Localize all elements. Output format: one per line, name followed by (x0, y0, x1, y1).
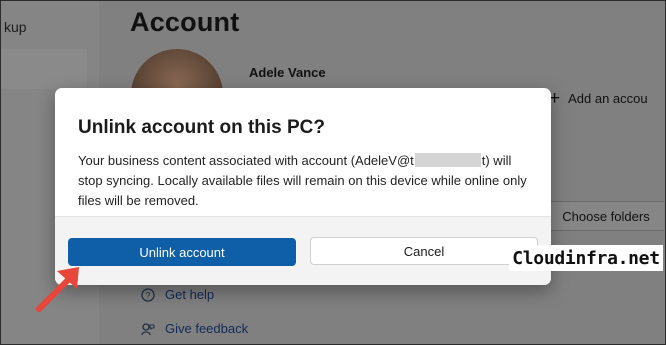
screenshot-frame: kup Account Adele Vance + Add an accou C… (0, 0, 666, 345)
cancel-button[interactable]: Cancel (310, 237, 538, 265)
unlink-account-button[interactable]: Unlink account (68, 238, 296, 266)
sidebar-item-account-selected (1, 49, 87, 89)
page-title: Account (130, 7, 240, 37)
redacted-text (414, 153, 481, 167)
help-icon: ? (141, 287, 155, 302)
dialog-message-start: Your business content associated with ac… (78, 153, 414, 168)
user-name: Adele Vance (249, 65, 326, 80)
get-help-label: Get help (165, 287, 215, 302)
add-account-label: Add an accou (568, 90, 648, 106)
arrow-annotation-icon (36, 267, 79, 312)
feedback-icon (141, 322, 155, 336)
dialog-footer: Unlink account Cancel (55, 216, 551, 285)
get-help-link[interactable]: ? Get help (141, 287, 214, 302)
watermark: Cloudinfra.net (509, 245, 663, 271)
give-feedback-label: Give feedback (165, 321, 249, 336)
svg-text:?: ? (145, 290, 150, 300)
add-account-button[interactable]: + Add an accou (549, 85, 665, 111)
sidebar-item-backup: kup (4, 19, 27, 35)
dialog-message: Your business content associated with ac… (78, 151, 528, 211)
give-feedback-link[interactable]: Give feedback (141, 321, 248, 336)
dialog-title: Unlink account on this PC? (78, 117, 326, 138)
choose-folders-button[interactable]: Choose folders (547, 201, 664, 231)
unlink-account-dialog: Unlink account on this PC? Your business… (55, 88, 551, 285)
